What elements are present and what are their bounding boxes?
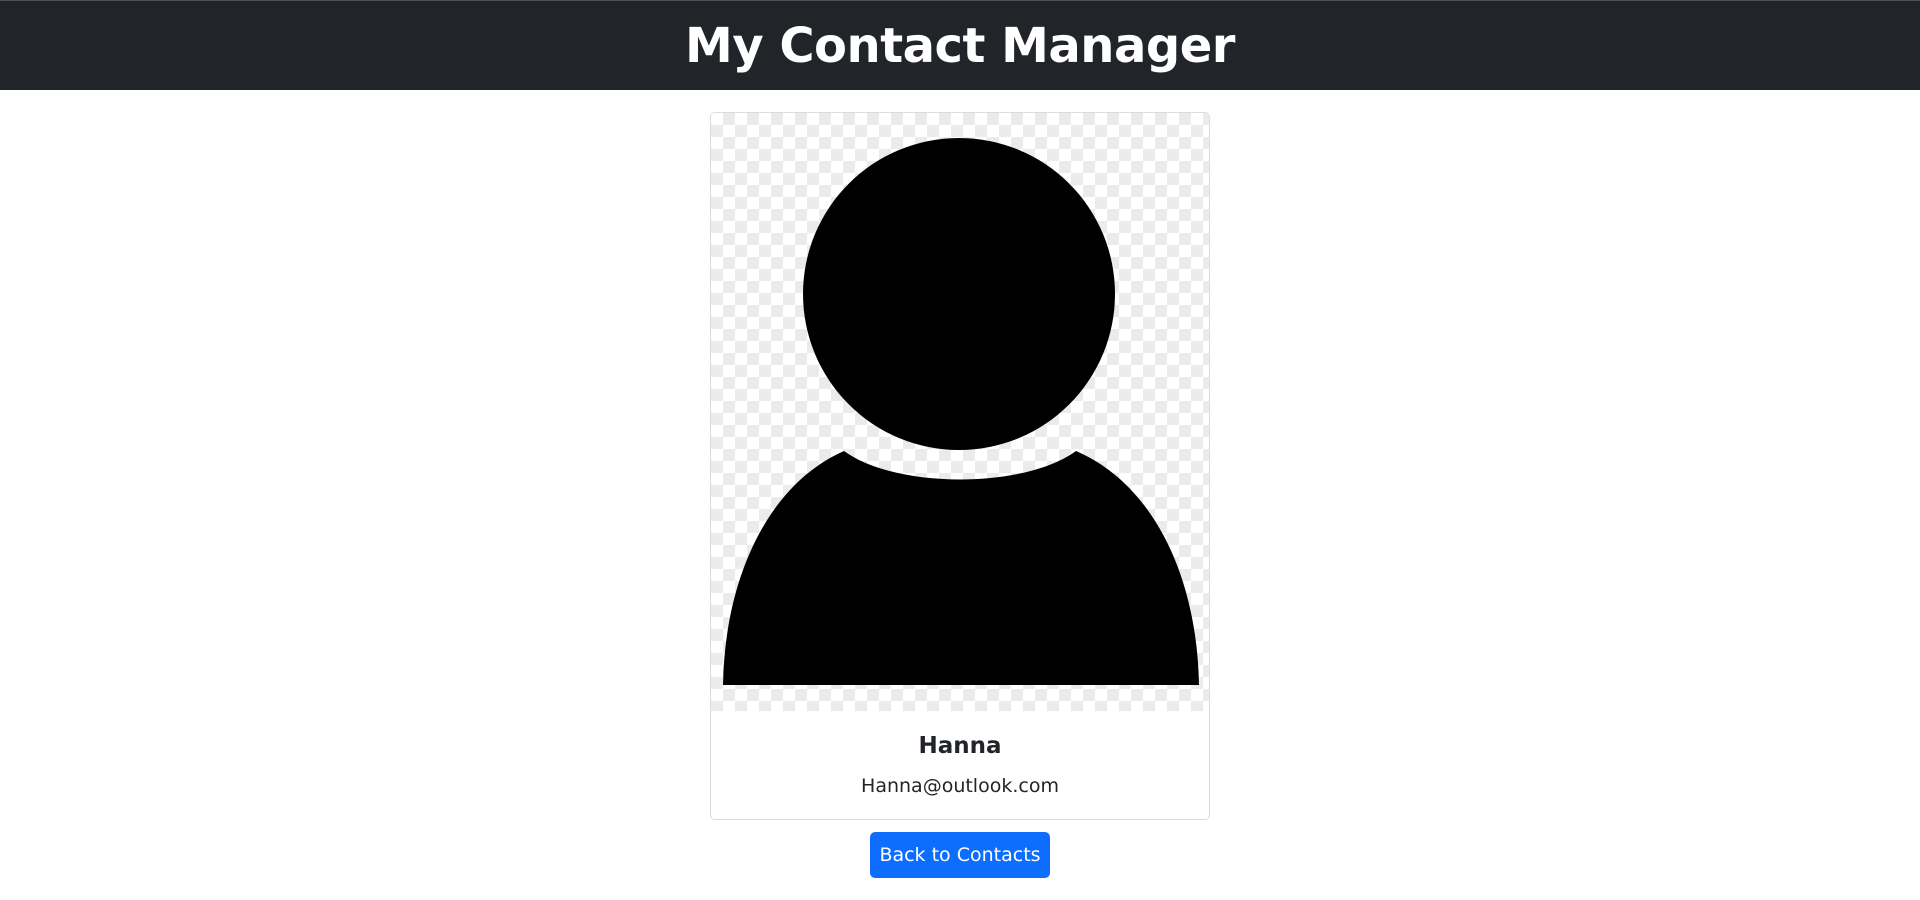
avatar [711, 113, 1209, 711]
contact-name: Hanna [918, 733, 1002, 759]
contact-card [710, 112, 1210, 820]
person-silhouette-icon [723, 138, 1199, 685]
back-to-contacts-button[interactable]: Back to Contacts [870, 832, 1050, 878]
top-navbar: My Contact Manager [0, 0, 1920, 90]
contact-email: Hanna@outlook.com [861, 775, 1059, 797]
page-title: My Contact Manager [685, 17, 1235, 74]
card-body [711, 711, 1209, 819]
